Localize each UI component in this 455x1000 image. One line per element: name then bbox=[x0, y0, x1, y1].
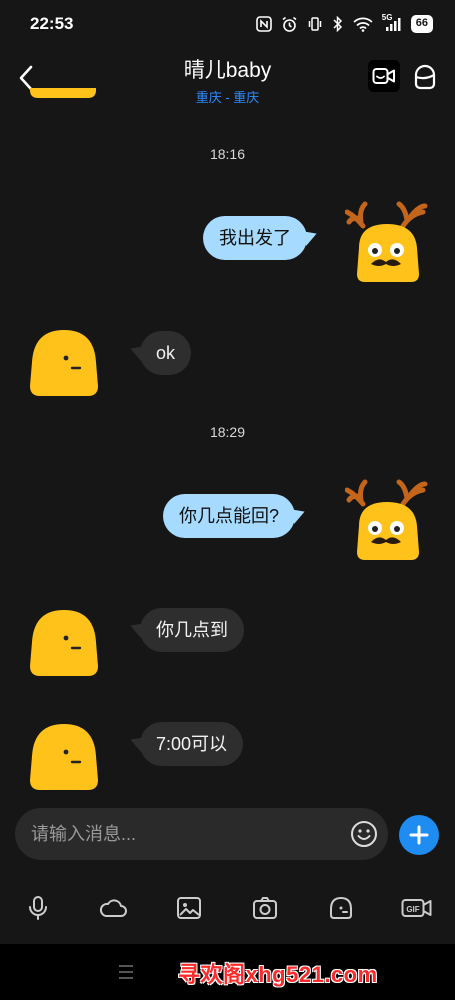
battery-indicator: 66 bbox=[410, 15, 433, 33]
message-timestamp: 18:16 bbox=[209, 146, 246, 162]
message-list[interactable]: 18:16 我出发了 ok 18:29 你几点能回? 你几点到 7:00可以 bbox=[0, 88, 455, 800]
yellow-blob-icon bbox=[30, 330, 98, 396]
chat-toolbar: GIF bbox=[0, 888, 455, 928]
my-avatar[interactable] bbox=[344, 198, 429, 289]
title-block: 晴儿baby 重庆 - 重庆 bbox=[100, 54, 355, 106]
image-button[interactable] bbox=[174, 894, 204, 922]
message-text: 我出发了 bbox=[219, 228, 291, 248]
contact-avatar[interactable] bbox=[28, 88, 98, 118]
contact-avatar[interactable] bbox=[28, 720, 100, 797]
wifi-icon bbox=[353, 17, 373, 32]
vibrate-icon bbox=[308, 17, 321, 31]
cloud-button[interactable] bbox=[98, 894, 128, 922]
camera-icon bbox=[253, 897, 277, 919]
status-bar: 22:53 5G 66 bbox=[0, 0, 455, 48]
avatar-outline-icon bbox=[414, 64, 436, 90]
incoming-message[interactable]: ok bbox=[127, 331, 192, 375]
watermark-text: 寻欢阁xhg521.com bbox=[178, 962, 378, 987]
smiley-icon bbox=[351, 821, 377, 847]
video-camera-icon bbox=[372, 68, 395, 84]
video-call-button[interactable] bbox=[368, 60, 400, 92]
message-text: 7:00可以 bbox=[156, 734, 228, 754]
message-text: 你几点到 bbox=[156, 620, 228, 640]
message-text: ok bbox=[156, 343, 176, 363]
alarm-icon bbox=[282, 16, 297, 32]
chat-title[interactable]: 晴儿baby bbox=[100, 54, 355, 84]
bluetooth-icon bbox=[333, 16, 342, 32]
chat-screen: 22:53 5G 66 晴儿baby 重庆 - 重庆 18:16 我出发了 ok… bbox=[0, 0, 455, 1000]
message-input-bar bbox=[15, 808, 388, 860]
incoming-message[interactable]: 7:00可以 bbox=[127, 722, 244, 766]
gif-button[interactable]: GIF bbox=[401, 894, 433, 922]
emoji-button[interactable] bbox=[350, 820, 378, 848]
sticker-button[interactable] bbox=[326, 894, 356, 922]
outgoing-message[interactable]: 我出发了 bbox=[203, 216, 320, 260]
plus-icon bbox=[409, 825, 429, 845]
system-nav-bar: 寻欢阁xhg521.com bbox=[0, 944, 455, 1000]
more-actions-button[interactable] bbox=[399, 815, 439, 855]
contact-avatar[interactable] bbox=[28, 326, 100, 403]
signal-indicator: 5G bbox=[382, 13, 402, 32]
microphone-icon bbox=[29, 896, 47, 920]
status-time: 22:53 bbox=[30, 14, 74, 33]
contact-avatar[interactable] bbox=[28, 606, 100, 683]
gif-label: GIF bbox=[406, 905, 419, 914]
sticker-icon bbox=[330, 896, 352, 919]
cloud-icon bbox=[99, 899, 127, 917]
deer-blob-avatar-icon bbox=[344, 479, 428, 560]
image-icon bbox=[177, 897, 201, 919]
profile-button[interactable] bbox=[409, 60, 441, 94]
incoming-message[interactable]: 你几点到 bbox=[127, 608, 244, 652]
outgoing-message[interactable]: 你几点能回? bbox=[163, 494, 308, 538]
signal-icon bbox=[385, 18, 401, 31]
voice-button[interactable] bbox=[23, 894, 53, 922]
message-text: 你几点能回? bbox=[179, 506, 280, 526]
menu-icon[interactable] bbox=[117, 964, 135, 980]
camera-button[interactable] bbox=[250, 894, 280, 922]
yellow-blob-icon bbox=[30, 88, 96, 98]
deer-blob-avatar-icon bbox=[344, 201, 428, 282]
my-avatar[interactable] bbox=[344, 476, 429, 567]
gif-icon: GIF bbox=[401, 899, 432, 917]
message-timestamp: 18:29 bbox=[209, 424, 246, 440]
yellow-blob-icon bbox=[30, 610, 98, 676]
status-icons: 5G 66 bbox=[255, 13, 433, 33]
message-input[interactable] bbox=[31, 808, 331, 860]
nfc-icon bbox=[255, 16, 272, 32]
chat-location: 重庆 - 重庆 bbox=[195, 90, 260, 105]
yellow-blob-icon bbox=[30, 724, 98, 790]
